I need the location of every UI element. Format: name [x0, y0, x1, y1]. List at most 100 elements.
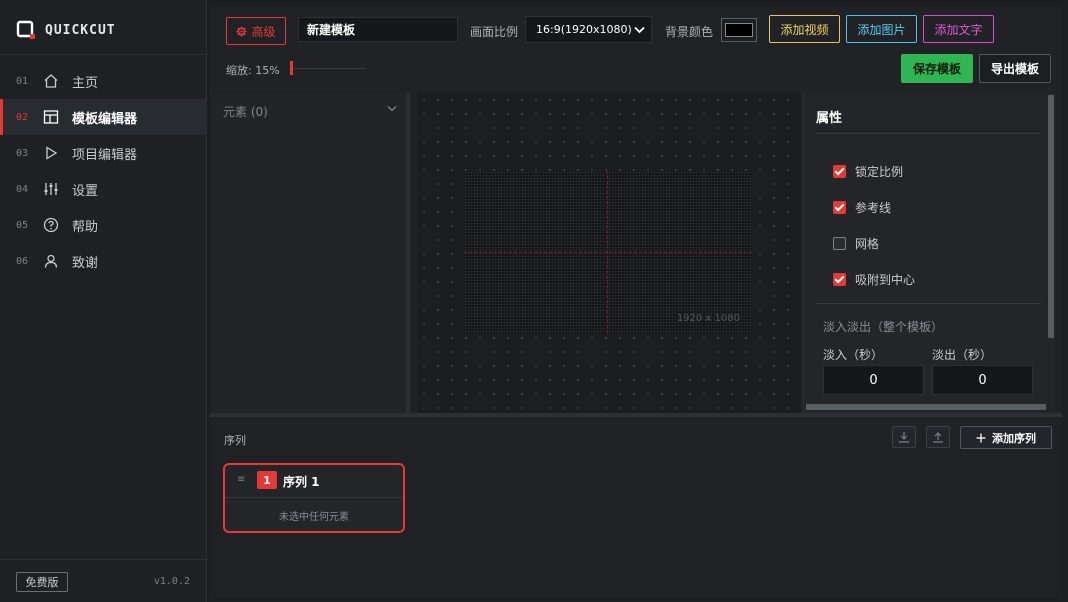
horizontal-guide-line — [464, 252, 752, 253]
drag-handle-icon[interactable]: ≡ — [237, 474, 245, 485]
sidebar-item-settings[interactable]: 04 设置 — [0, 171, 207, 207]
vertical-scrollbar[interactable] — [1048, 95, 1054, 338]
zoom-slider-handle[interactable] — [290, 61, 293, 75]
checkbox-label: 网格 — [855, 236, 880, 251]
fade-out-input[interactable] — [932, 365, 1033, 395]
checkbox-label: 锁定比例 — [855, 164, 904, 179]
checkbox-checked[interactable] — [833, 164, 846, 178]
layout-icon — [43, 110, 59, 124]
nav-number: 06 — [16, 255, 29, 267]
nav-number: 01 — [16, 75, 29, 87]
canvas-area[interactable]: 1920 x 1080 — [417, 93, 801, 413]
checkbox-label: 吸附到中心 — [855, 272, 916, 287]
properties-divider — [816, 133, 1041, 134]
nav-label: 设置 — [72, 183, 99, 199]
sidebar-item-credits[interactable]: 06 致谢 — [0, 243, 207, 279]
play-icon — [46, 146, 58, 160]
nav-number: 03 — [16, 147, 29, 159]
snap-center-checkbox[interactable]: 吸附到中心 — [833, 270, 915, 288]
properties-panel: 属性 锁定比例 参考线 网格 吸附到中心 淡入淡出（整个模板） 淡入（秒） 淡出… — [803, 93, 1055, 413]
add-image-button[interactable]: 添加图片 — [846, 15, 917, 43]
background-color-label: 背景颜色 — [665, 25, 714, 39]
nav-label: 主页 — [72, 75, 99, 91]
nav-number: 04 — [16, 183, 29, 195]
aspect-ratio-select[interactable]: 16:9(1920x1080) — [525, 16, 652, 43]
export-template-button[interactable]: 导出模板 — [979, 54, 1051, 83]
properties-title: 属性 — [816, 111, 843, 126]
nav-label: 项目编辑器 — [72, 147, 138, 163]
sidebar-divider — [0, 54, 207, 55]
chevron-down-icon — [634, 26, 645, 34]
home-icon — [44, 74, 58, 88]
editor-workspace: 元素 (0) 1920 x 1080 属性 锁定比例 参考线 网格 吸附到中心 … — [213, 93, 1059, 413]
lock-ratio-checkbox[interactable]: 锁定比例 — [833, 162, 903, 180]
sidebar-bottom-divider — [0, 559, 207, 560]
sequence-card[interactable]: ≡ 1 序列 1 未选中任何元素 — [223, 463, 405, 533]
background-color-picker[interactable] — [721, 18, 757, 42]
sequence-title: 序列 — [224, 434, 246, 447]
add-text-button[interactable]: 添加文字 — [923, 15, 994, 43]
guides-checkbox[interactable]: 参考线 — [833, 198, 891, 216]
sequence-index-badge: 1 — [257, 471, 277, 489]
gear-icon — [236, 25, 248, 37]
fade-in-input[interactable] — [823, 365, 924, 395]
main-area: 高级 画面比例 16:9(1920x1080) 背景颜色 添加视频 添加图片 添… — [210, 6, 1062, 598]
app-name: QUICKCUT — [45, 22, 116, 38]
toolbar: 高级 画面比例 16:9(1920x1080) 背景颜色 添加视频 添加图片 添… — [210, 6, 1062, 92]
template-name-input[interactable] — [298, 17, 458, 42]
sidebar-item-template-editor[interactable]: 02 模板编辑器 — [0, 99, 207, 135]
add-video-button[interactable]: 添加视频 — [769, 15, 840, 43]
checkbox-checked[interactable] — [833, 200, 846, 214]
nav-label: 帮助 — [72, 219, 99, 235]
advanced-label: 高级 — [251, 24, 276, 39]
nav-label: 致谢 — [72, 255, 99, 271]
fade-out-label: 淡出（秒） — [932, 348, 993, 362]
add-sequence-label: 添加序列 — [992, 431, 1036, 445]
sidebar-item-project-editor[interactable]: 03 项目编辑器 — [0, 135, 207, 171]
elements-panel: 元素 (0) — [213, 93, 410, 413]
upload-icon — [933, 432, 943, 443]
fade-in-label: 淡入（秒） — [823, 348, 884, 362]
sequence-card-divider — [225, 497, 403, 498]
elements-title: 元素 (0) — [223, 105, 268, 119]
export-sequence-button[interactable] — [926, 426, 950, 448]
edition-badge[interactable]: 免费版 — [16, 572, 68, 592]
nav-number: 02 — [16, 111, 29, 123]
zoom-label: 缩放: 15% — [226, 64, 280, 77]
download-icon — [899, 432, 909, 443]
aspect-ratio-label: 画面比例 — [470, 25, 519, 39]
sequence-panel: 序列 添加序列 ≡ 1 序列 1 未选中任何元素 — [210, 417, 1062, 598]
checkbox-unchecked[interactable] — [833, 236, 846, 250]
zoom-slider-track[interactable] — [290, 68, 366, 69]
color-swatch-fill — [725, 23, 753, 37]
template-stage[interactable]: 1920 x 1080 — [464, 171, 752, 333]
brand[interactable]: QUICKCUT — [16, 18, 116, 42]
aspect-ratio-value: 16:9(1920x1080) — [536, 23, 632, 36]
sequence-name: 序列 1 — [283, 475, 320, 489]
quickcut-logo-icon — [16, 20, 35, 39]
sidebar-nav: 01 主页 02 模板编辑器 03 项目编辑器 04 设置 05 帮助 06 致… — [0, 63, 207, 279]
sidebar: QUICKCUT 01 主页 02 模板编辑器 03 项目编辑器 04 设置 0… — [0, 0, 207, 602]
nav-label: 模板编辑器 — [72, 111, 138, 127]
user-icon — [44, 254, 58, 268]
import-sequence-button[interactable] — [892, 426, 916, 448]
advanced-button[interactable]: 高级 — [226, 17, 286, 45]
canvas-resolution: 1920 x 1080 — [676, 313, 740, 324]
version-label: v1.0.2 — [153, 576, 190, 587]
properties-divider — [816, 303, 1041, 304]
checkbox-label: 参考线 — [855, 200, 892, 215]
horizontal-scrollbar[interactable] — [806, 404, 1046, 410]
checkbox-checked[interactable] — [833, 272, 846, 286]
nav-number: 05 — [16, 219, 29, 231]
save-template-button[interactable]: 保存模板 — [901, 54, 973, 83]
help-icon — [43, 217, 59, 233]
sequence-empty-text: 未选中任何元素 — [279, 512, 349, 523]
plus-icon — [976, 433, 986, 442]
add-sequence-button[interactable]: 添加序列 — [960, 426, 1052, 449]
sidebar-item-home[interactable]: 01 主页 — [0, 63, 207, 99]
sidebar-item-help[interactable]: 05 帮助 — [0, 207, 207, 243]
grid-checkbox[interactable]: 网格 — [833, 234, 879, 252]
fade-section-title: 淡入淡出（整个模板） — [823, 320, 944, 334]
sliders-icon — [44, 183, 58, 195]
chevron-down-icon[interactable] — [387, 105, 397, 112]
